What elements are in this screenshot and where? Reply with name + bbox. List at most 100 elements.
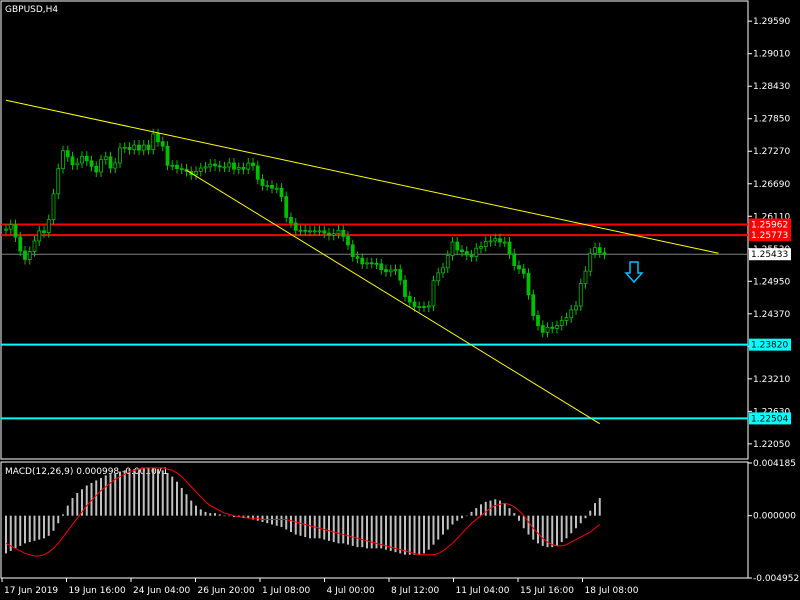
time-tick-label: 26 Jun 20:00: [198, 586, 255, 596]
macd-bar: [389, 515, 392, 551]
macd-bar: [356, 515, 359, 548]
macd-bar: [290, 515, 292, 533]
macd-bar: [214, 513, 216, 516]
macd-bar: [76, 493, 79, 516]
macd-bar: [180, 487, 183, 516]
candle-body: [464, 251, 469, 256]
macd-bar: [328, 515, 330, 541]
macd-bar: [480, 504, 482, 516]
candle-body: [170, 164, 175, 167]
candle-body: [436, 272, 441, 282]
macd-bar: [119, 471, 121, 516]
macd-bar: [133, 469, 136, 516]
macd-bar: [584, 515, 587, 519]
candle-body: [450, 241, 455, 256]
candle-body: [208, 163, 213, 168]
candle-body: [284, 196, 289, 218]
macd-bar: [185, 494, 188, 516]
candle-body: [483, 241, 488, 247]
macd-bar: [437, 515, 440, 540]
candle-body: [583, 270, 588, 284]
candle-body: [27, 251, 32, 260]
price-tick-label: 1.26690: [753, 180, 790, 190]
candle-body: [555, 325, 559, 329]
macd-bar: [560, 515, 563, 543]
candle-body: [75, 162, 80, 166]
candle-body: [602, 252, 607, 255]
candle-body: [493, 238, 498, 242]
macd-bar: [47, 515, 50, 536]
candle-body: [236, 167, 241, 170]
macd-bar: [19, 515, 22, 546]
macd-bar: [594, 503, 596, 516]
candle-body: [540, 325, 545, 333]
symbol-title: GBPUSD,H4: [5, 5, 58, 15]
candle-body: [312, 230, 317, 233]
macd-bar: [66, 505, 69, 516]
macd-bar: [380, 515, 383, 549]
macd-bar: [280, 515, 283, 528]
macd-bar: [370, 515, 373, 549]
macd-bar: [503, 503, 506, 516]
candle-body: [455, 241, 460, 251]
time-tick-label: 17 Jun 2019: [4, 586, 58, 596]
macd-bar: [518, 515, 520, 521]
level-tag-label: 1.23820: [751, 341, 788, 351]
candle-body: [341, 229, 346, 237]
candle-body: [4, 228, 8, 231]
macd-bar: [432, 515, 435, 545]
candle-body: [593, 247, 597, 254]
price-tick-label: 1.28430: [753, 82, 790, 92]
candle-body: [426, 305, 431, 308]
macd-bar: [475, 508, 478, 516]
macd-bar: [43, 515, 45, 539]
candle-body: [198, 167, 203, 172]
macd-bar: [285, 515, 288, 530]
macd-bar: [252, 515, 254, 520]
level-tag-label: 1.22504: [751, 414, 788, 424]
macd-bar: [404, 515, 406, 555]
macd-bar: [451, 515, 454, 525]
time-tick-label: 15 Jul 16:00: [520, 586, 574, 596]
macd-bar: [95, 480, 98, 516]
candle-body: [274, 187, 279, 190]
macd-bar: [461, 515, 463, 519]
macd-bar: [190, 500, 193, 516]
candle-body: [289, 216, 293, 224]
macd-bar: [537, 515, 539, 544]
macd-bar: [337, 515, 340, 544]
macd-bar: [575, 515, 577, 529]
macd-bar: [342, 515, 345, 544]
candle-body: [279, 187, 284, 198]
macd-bar: [499, 500, 501, 516]
candle-body: [80, 155, 84, 164]
candle-body: [99, 159, 103, 173]
macd-bar: [318, 515, 321, 539]
macd-bar: [152, 467, 155, 516]
candle-body: [384, 269, 388, 273]
macd-bar: [399, 515, 402, 554]
macd-bar: [446, 515, 449, 530]
candle-body: [597, 247, 602, 254]
macd-bar: [394, 515, 397, 553]
candle-body: [512, 253, 517, 266]
candle-body: [56, 168, 61, 195]
macd-tick-label: 0.004185: [753, 459, 796, 469]
time-tick-label: 18 Jul 08:00: [585, 586, 639, 596]
macd-bar: [385, 515, 387, 550]
macd-bar: [522, 515, 525, 529]
macd-tick-label: -0.004952: [753, 574, 799, 584]
candle-body: [469, 254, 474, 258]
candle-body: [517, 265, 521, 270]
price-chart[interactable]: GBPUSD,H4 MACD(12,26,9) 0.000998 -0.0010…: [0, 0, 800, 600]
candle-body: [137, 144, 141, 151]
candle-body: [46, 219, 51, 233]
candle-body: [578, 283, 583, 307]
macd-bar: [299, 515, 302, 536]
candle-body: [502, 241, 507, 244]
candle-body: [127, 146, 132, 150]
candle-body: [379, 263, 384, 270]
macd-bar: [427, 515, 430, 550]
macd-bar: [527, 515, 530, 535]
macd-bar: [195, 505, 197, 516]
